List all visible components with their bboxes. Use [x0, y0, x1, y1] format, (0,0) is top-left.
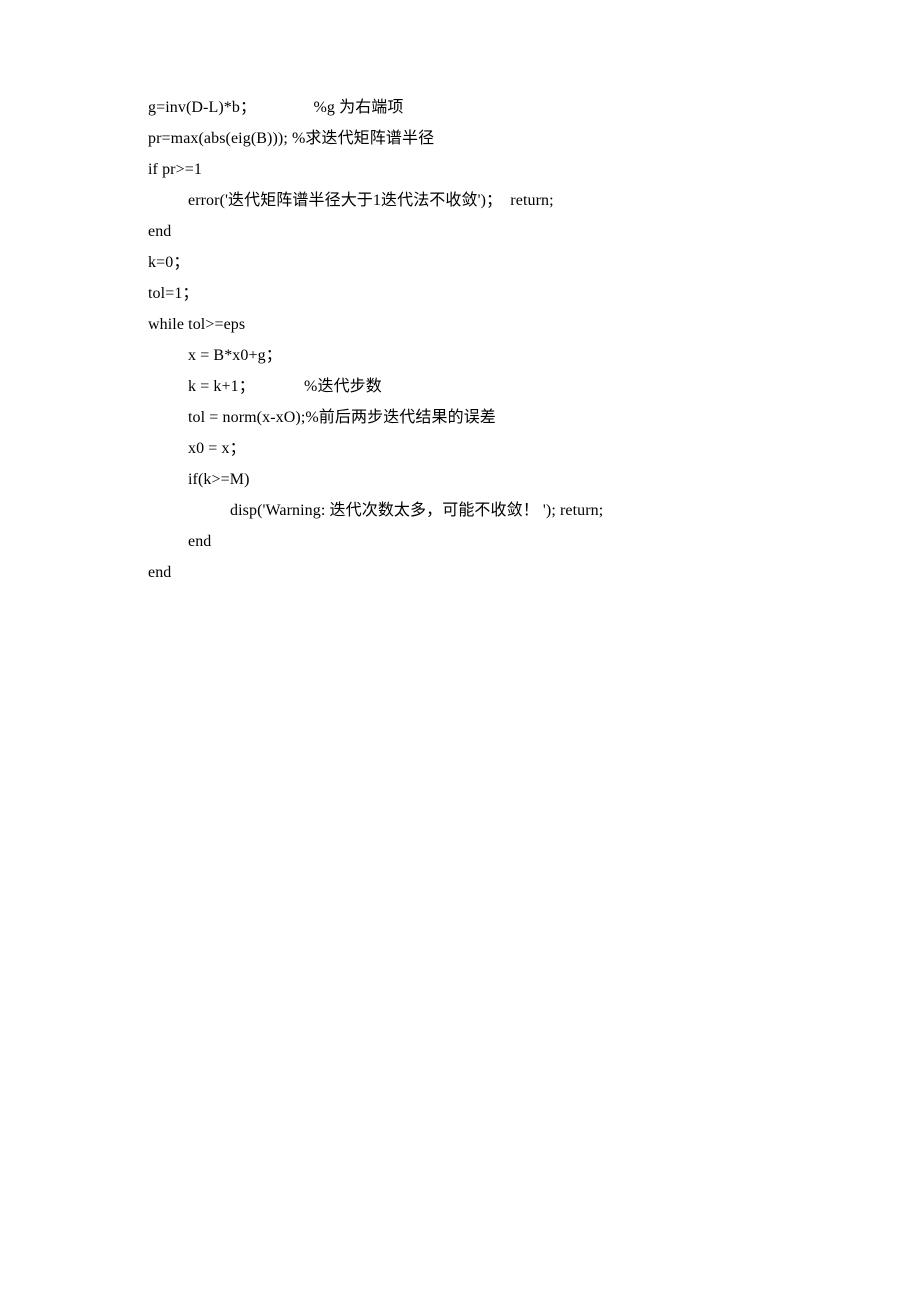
code-line: pr=max(abs(eig(B))); %求迭代矩阵谱半径 [148, 123, 780, 154]
code-line: k=0； [148, 247, 780, 278]
code-line: error('迭代矩阵谱半径大于1迭代法不收敛')； return; [148, 185, 780, 216]
code-line: end [148, 216, 780, 247]
code-line: g=inv(D-L)*b； %g 为右端项 [148, 92, 780, 123]
code-line: tol = norm(x-xO);%前后两步迭代结果的误差 [148, 402, 780, 433]
code-line: if pr>=1 [148, 154, 780, 185]
code-line: disp('Warning: 迭代次数太多，可能不收敛！ '); return; [148, 495, 780, 526]
code-line: x0 = x； [148, 433, 780, 464]
code-line: k = k+1； %迭代步数 [148, 371, 780, 402]
code-line: tol=1； [148, 278, 780, 309]
code-line: end [148, 526, 780, 557]
document-page: g=inv(D-L)*b； %g 为右端项 pr=max(abs(eig(B))… [0, 0, 920, 588]
code-line: if(k>=M) [148, 464, 780, 495]
code-line: end [148, 557, 780, 588]
code-line: while tol>=eps [148, 309, 780, 340]
code-line: x = B*x0+g； [148, 340, 780, 371]
